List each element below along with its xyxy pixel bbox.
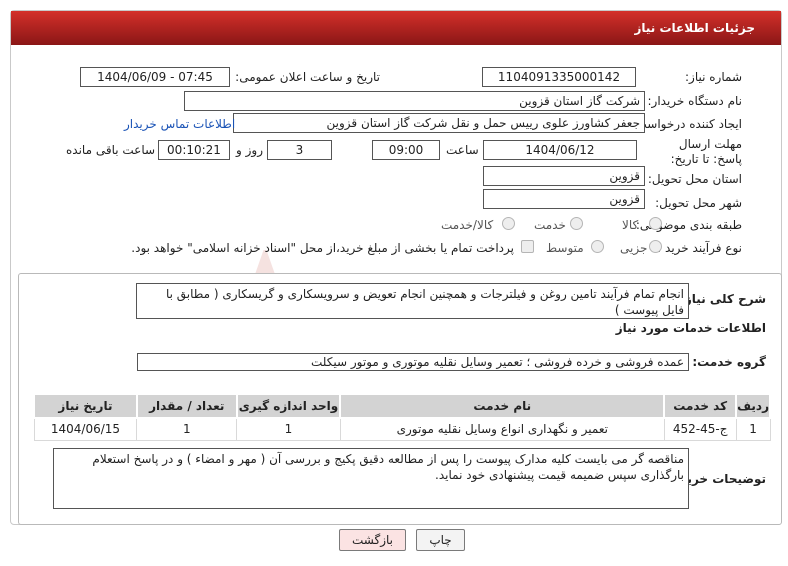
category-goods-radio[interactable] — [649, 217, 662, 230]
cell-service-code: ج-45-452 — [663, 417, 737, 441]
process-medium-radio[interactable] — [591, 240, 604, 253]
remaining-time-label: ساعت باقی مانده — [66, 143, 156, 157]
col-unit-header: واحد اندازه گیری — [235, 393, 342, 419]
treasury-payment-checkbox[interactable] — [521, 240, 534, 253]
panel-header: جزئیات اطلاعات نیاز — [11, 11, 781, 45]
process-type-label: نوع فرآیند خرید : — [657, 241, 742, 255]
col-date-header: تاریخ نیاز — [33, 393, 138, 419]
table-row: 1 ج-45-452 تعمیر و نگهداری انواع وسایل ن… — [33, 417, 771, 441]
category-service-radio[interactable] — [570, 217, 583, 230]
need-number-label: شماره نیاز: — [685, 70, 742, 84]
province-label: استان محل تحویل: — [647, 172, 742, 186]
city-label: شهر محل تحویل: — [655, 196, 742, 210]
process-minor-radio[interactable] — [649, 240, 662, 253]
services-section-title: اطلاعات خدمات مورد نیاز — [615, 321, 766, 335]
cell-unit: 1 — [236, 417, 341, 441]
province-field: قزوین — [483, 166, 645, 186]
col-code-header: کد خدمت — [663, 393, 738, 419]
need-number-field: 1104091335000142 — [482, 67, 636, 87]
process-minor-label: جزیی — [620, 241, 648, 255]
col-name-header: نام خدمت — [339, 393, 666, 419]
city-field: قزوین — [483, 189, 645, 209]
deadline-label: مهلت ارسال پاسخ: تا تاریخ: — [670, 137, 742, 166]
table-header-row: ردیف کد خدمت نام خدمت واحد اندازه گیری ت… — [33, 393, 771, 419]
buyer-notes-textarea[interactable]: مناقصه گر می بایست کلیه مدارک پیوست را پ… — [53, 448, 689, 509]
treasury-payment-note: پرداخت تمام یا بخشی از مبلغ خرید،از محل … — [131, 241, 514, 255]
summary-label: شرح کلی نیاز: — [680, 292, 766, 306]
category-goods-label: کالا — [622, 218, 639, 232]
announce-datetime-field: 1404/06/09 - 07:45 — [80, 67, 230, 87]
deadline-time-field: 09:00 — [372, 140, 440, 160]
days-field: 3 — [267, 140, 332, 160]
days-label: روز و — [236, 143, 263, 157]
deadline-time-label: ساعت — [446, 143, 479, 157]
creator-label: ایجاد کننده درخواست: — [631, 117, 742, 131]
creator-field: جعفر کشاورز علوی رییس حمل و نقل شرکت گاز… — [233, 113, 645, 133]
panel-title: جزئیات اطلاعات نیاز — [634, 21, 755, 35]
process-medium-label: متوسط — [546, 241, 584, 255]
service-group-label: گروه خدمت: — [692, 355, 766, 369]
cell-row-number: 1 — [735, 417, 771, 441]
summary-textarea[interactable]: انجام تمام فرآیند تامین روغن و فیلترجات … — [136, 283, 689, 319]
col-qty-header: تعداد / مقدار — [135, 393, 238, 419]
deadline-date-field: 1404/06/12 — [483, 140, 637, 160]
service-group-field: عمده فروشی و خرده فروشی ؛ تعمیر وسایل نق… — [137, 353, 689, 371]
print-button[interactable]: چاپ — [416, 529, 465, 551]
services-table: ردیف کد خدمت نام خدمت واحد اندازه گیری ت… — [33, 393, 771, 441]
category-service-label: خدمت — [534, 218, 566, 232]
cell-need-date: 1404/06/15 — [33, 417, 138, 441]
col-row-header: ردیف — [735, 393, 771, 419]
announce-datetime-label: تاریخ و ساعت اعلان عمومی: — [235, 70, 380, 84]
back-button[interactable]: بازگشت — [339, 529, 406, 551]
category-goods-service-label: کالا/خدمت — [441, 218, 494, 232]
cell-service-name: تعمیر و نگهداری انواع وسایل نقلیه موتوری — [339, 417, 665, 441]
remaining-time-field: 00:10:21 — [158, 140, 230, 160]
cell-quantity: 1 — [136, 417, 238, 441]
buyer-org-label: نام دستگاه خریدار: — [647, 94, 743, 108]
category-goods-service-radio[interactable] — [502, 217, 515, 230]
buyer-contact-link[interactable]: اطلاعات تماس خریدار — [124, 117, 235, 131]
buyer-org-field: شرکت گاز استان قزوین — [184, 91, 645, 111]
